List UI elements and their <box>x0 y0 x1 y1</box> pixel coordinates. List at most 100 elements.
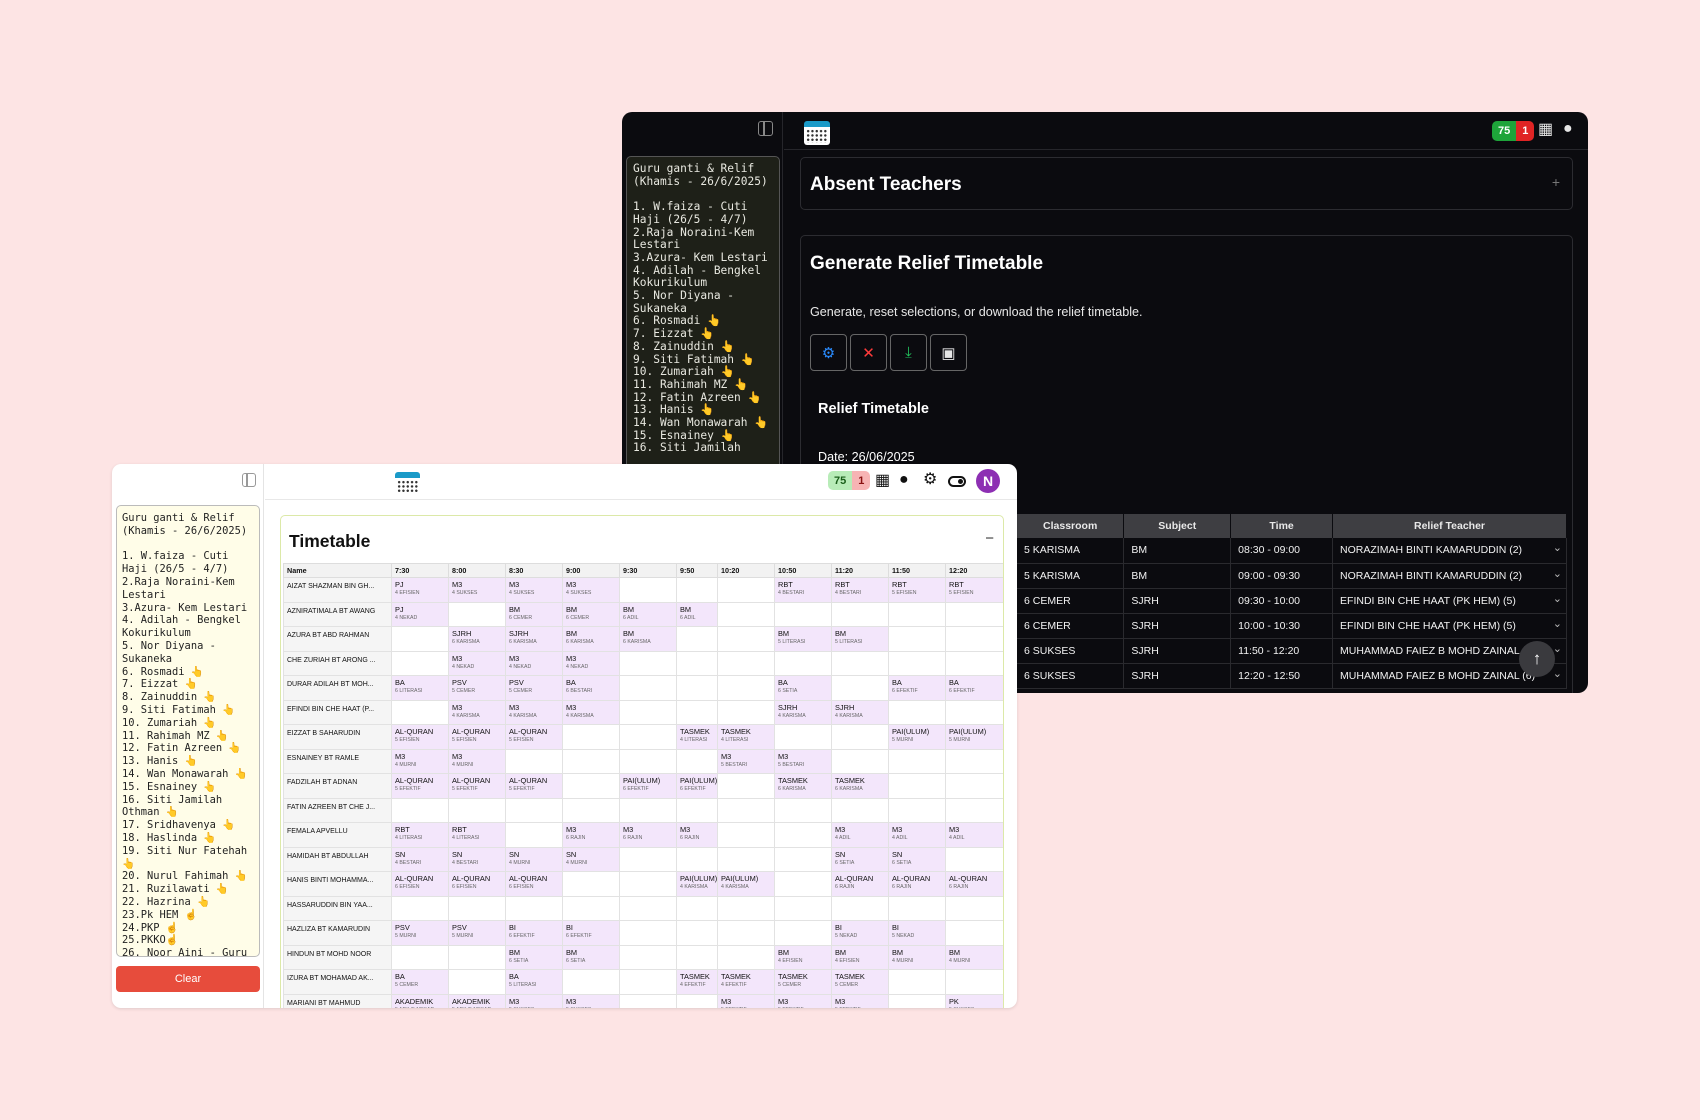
timetable-slot[interactable]: PJ 4 NEKAD <box>391 601 449 627</box>
status-badge[interactable]: 75 1 <box>1492 121 1535 141</box>
timetable-slot-empty[interactable] <box>562 773 620 799</box>
timetable-slot-empty[interactable] <box>945 601 1003 627</box>
timetable-slot[interactable]: PAI(ULUM) 6 EFEKTIF <box>619 773 677 799</box>
timetable-slot[interactable]: TASMEK 4 LITERASI <box>717 724 775 750</box>
timetable-slot[interactable]: M3 4 NEKAD <box>562 650 620 676</box>
timetable-slot-empty[interactable] <box>888 748 946 774</box>
timetable-slot-empty[interactable] <box>717 650 775 676</box>
calendar-icon[interactable]: ▦ <box>1538 121 1553 139</box>
timetable-slot[interactable]: AL-QURAN 5 EFEKTIF <box>391 773 449 799</box>
timetable-slot[interactable]: TASMEK 5 CEMER <box>831 969 889 995</box>
timetable-slot-empty[interactable] <box>945 969 1003 995</box>
timetable-slot[interactable]: PAI(ULUM) 4 KARISMA <box>717 871 775 897</box>
timetable-slot[interactable]: BA 6 EFEKTIF <box>945 675 1003 701</box>
timetable-slot-empty[interactable] <box>888 895 946 921</box>
timetable-slot[interactable]: TASMEK 6 KARISMA <box>831 773 889 799</box>
user-icon[interactable]: ● <box>899 471 909 489</box>
generate-button[interactable]: ⚙ <box>810 334 847 371</box>
timetable-slot-empty[interactable] <box>717 920 775 946</box>
avatar[interactable]: N <box>976 469 1000 493</box>
timetable-slot[interactable]: BM 4 EFISIEN <box>831 944 889 970</box>
timetable-slot-empty[interactable] <box>945 699 1003 725</box>
timetable-slot-empty[interactable] <box>619 895 677 921</box>
timetable-slot[interactable]: TASMEK 4 LITERASI <box>676 724 718 750</box>
user-icon[interactable]: ● <box>1563 120 1573 138</box>
timetable-slot[interactable]: M3 4 ADIL <box>945 822 1003 848</box>
timetable-slot[interactable]: SN 6 SETIA <box>831 846 889 872</box>
timetable-slot-empty[interactable] <box>676 920 718 946</box>
timetable-slot-empty[interactable] <box>448 944 506 970</box>
timetable-slot[interactable]: M3 4 ADIL <box>888 822 946 848</box>
timetable-slot[interactable]: PSV 5 MURNI <box>391 920 449 946</box>
timetable-slot[interactable]: M3 6 RAJIN <box>619 822 677 848</box>
timetable-slot-empty[interactable] <box>676 650 718 676</box>
timetable-slot-empty[interactable] <box>888 993 946 1008</box>
timetable-slot-empty[interactable] <box>945 626 1003 652</box>
timetable-slot[interactable]: M35 EFEKTIF <box>717 993 775 1008</box>
timetable-slot[interactable]: M3 4 KARISMA <box>562 699 620 725</box>
timetable-slot[interactable]: BA 5 LITERASI <box>505 969 563 995</box>
timetable-slot[interactable]: M3 4 MURNI <box>391 748 449 774</box>
timetable-slot[interactable]: PSV 5 CEMER <box>448 675 506 701</box>
timetable-slot[interactable]: M3 5 BESTARI <box>774 748 832 774</box>
timetable-slot[interactable]: M3 4 NEKAD <box>448 650 506 676</box>
timetable-slot-empty[interactable] <box>717 675 775 701</box>
timetable-slot[interactable]: SJRH 6 KARISMA <box>448 626 506 652</box>
timetable-slot-empty[interactable] <box>831 748 889 774</box>
timetable-slot-empty[interactable] <box>774 822 832 848</box>
timetable-slot[interactable]: PAI(ULUM) 6 EFEKTIF <box>676 773 718 799</box>
timetable-slot[interactable]: AL-QURAN 5 EFEKTIF <box>505 773 563 799</box>
timetable-slot-empty[interactable] <box>717 944 775 970</box>
timetable-slot-empty[interactable] <box>619 577 677 603</box>
timetable-slot[interactable]: M35 SUKSES <box>562 993 620 1008</box>
timetable-slot[interactable]: AL-QURAN 6 RAJIN <box>831 871 889 897</box>
timetable-slot-empty[interactable] <box>391 626 449 652</box>
timetable-slot-empty[interactable] <box>945 895 1003 921</box>
timetable-slot[interactable]: SN 4 BESTARI <box>448 846 506 872</box>
timetable-slot-empty[interactable] <box>831 797 889 823</box>
timetable-slot[interactable]: BI 5 NEKAD <box>888 920 946 946</box>
timetable-slot[interactable]: M3 4 KARISMA <box>448 699 506 725</box>
timetable-slot-empty[interactable] <box>717 773 775 799</box>
timetable-slot-empty[interactable] <box>717 797 775 823</box>
timetable-slot-empty[interactable] <box>676 675 718 701</box>
timetable-slot[interactable]: AL-QURAN 6 RAJIN <box>945 871 1003 897</box>
timetable-slot[interactable]: BM 5 LITERASI <box>831 626 889 652</box>
timetable-slot-empty[interactable] <box>391 699 449 725</box>
timetable-slot[interactable]: AL-QURAN 5 EFISIEN <box>391 724 449 750</box>
timetable-slot-empty[interactable] <box>448 601 506 627</box>
timetable-slot-empty[interactable] <box>676 748 718 774</box>
timetable-slot[interactable]: AL-QURAN 5 EFISIEN <box>448 724 506 750</box>
timetable-slot-empty[interactable] <box>888 601 946 627</box>
timetable-slot-empty[interactable] <box>448 969 506 995</box>
relief-teacher-select[interactable]: NORAZIMAH BINTI KAMARUDDIN (2) <box>1332 563 1567 589</box>
timetable-slot-empty[interactable] <box>448 797 506 823</box>
timetable-slot[interactable]: BM 6 CEMER <box>505 601 563 627</box>
timetable-slot-empty[interactable] <box>945 748 1003 774</box>
timetable-slot[interactable]: M35 EFEKTIF <box>774 993 832 1008</box>
timetable-slot-empty[interactable] <box>619 944 677 970</box>
timetable-slot[interactable]: BM 6 KARISMA <box>562 626 620 652</box>
timetable-slot-empty[interactable] <box>391 797 449 823</box>
notes-textarea[interactable]: Guru ganti & Relif (Khamis - 26/6/2025) … <box>116 505 260 957</box>
timetable-slot-empty[interactable] <box>945 650 1003 676</box>
timetable-slot[interactable]: M35 SUKSES <box>505 993 563 1008</box>
timetable-slot-empty[interactable] <box>676 944 718 970</box>
timetable-slot-empty[interactable] <box>717 601 775 627</box>
timetable-slot[interactable]: M3 4 ADIL <box>831 822 889 848</box>
timetable-slot[interactable]: M3 6 RAJIN <box>676 822 718 848</box>
timetable-slot[interactable]: RBT 4 BESTARI <box>774 577 832 603</box>
expand-icon[interactable]: + <box>1552 174 1560 190</box>
timetable-slot-empty[interactable] <box>676 846 718 872</box>
timetable-slot-empty[interactable] <box>505 822 563 848</box>
timetable-slot[interactable]: M3 4 SUKSES <box>448 577 506 603</box>
timetable-slot-empty[interactable] <box>774 601 832 627</box>
timetable-slot-empty[interactable] <box>676 626 718 652</box>
relief-teacher-select[interactable]: NORAZIMAH BINTI KAMARUDDIN (2) <box>1332 538 1567 564</box>
timetable-slot[interactable]: BM 4 MURNI <box>888 944 946 970</box>
sidebar-toggle-icon[interactable] <box>242 473 256 487</box>
timetable-slot-empty[interactable] <box>945 797 1003 823</box>
timetable-slot[interactable]: AKADEMIK5 ADIL/5 NEKAD <box>391 993 449 1008</box>
timetable-slot-empty[interactable] <box>774 650 832 676</box>
scroll-top-button[interactable]: ↑ <box>1519 641 1555 677</box>
